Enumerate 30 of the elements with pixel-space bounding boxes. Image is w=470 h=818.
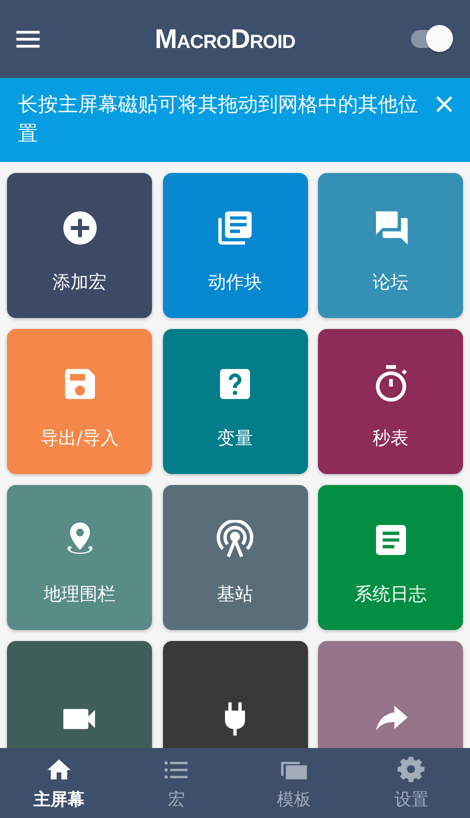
tile[interactable] [318, 641, 463, 748]
tile-label: 动作块 [208, 270, 262, 294]
tile[interactable]: 动作块 [162, 173, 308, 318]
tile[interactable]: 系统日志 [318, 485, 463, 630]
radio-tower-icon [215, 520, 255, 560]
tile-label: 基站 [217, 582, 253, 606]
tile-label: 论坛 [372, 270, 408, 294]
tile[interactable]: 地理围栏 [7, 485, 152, 630]
tile-label: 变量 [217, 426, 253, 450]
banner-text: 长按主屏幕磁贴可将其拖动到网格中的其他位置 [18, 91, 419, 147]
tile-label: 地理围栏 [44, 582, 116, 606]
settings-icon [397, 756, 426, 784]
tile[interactable]: 导出/导入 [7, 329, 152, 474]
tile-label: 秒表 [372, 426, 408, 450]
nav-tab[interactable]: 设置 [352, 748, 470, 818]
tile[interactable] [162, 641, 308, 748]
tile[interactable] [7, 641, 152, 748]
tile-label: 系统日志 [354, 582, 426, 606]
close-button[interactable]: × [428, 90, 460, 118]
tile[interactable]: 添加宏 [7, 173, 152, 318]
tile[interactable]: 论坛 [318, 173, 463, 318]
nav-tab[interactable]: 主屏幕 [0, 748, 118, 818]
tile[interactable]: 秒表 [318, 329, 463, 474]
app-title: MacroDroid [154, 24, 296, 54]
tile-label: 添加宏 [52, 270, 106, 294]
nav-tab[interactable]: 宏 [118, 748, 235, 818]
tile[interactable]: 变量 [162, 329, 308, 474]
nav-tab[interactable]: 模板 [235, 748, 352, 818]
tile-label: 导出/导入 [40, 426, 119, 450]
tile[interactable]: 基站 [162, 485, 308, 630]
